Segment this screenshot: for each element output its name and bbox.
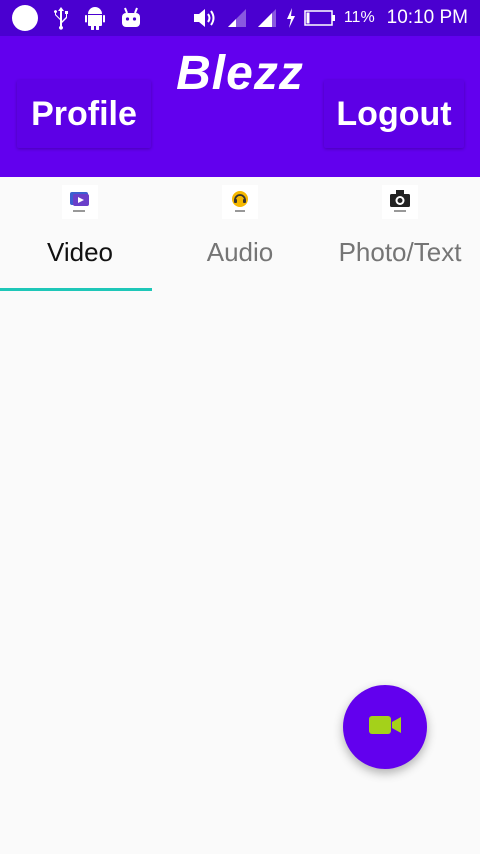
signal-icon xyxy=(256,7,278,29)
android-icon xyxy=(84,6,106,30)
android-debug-icon xyxy=(120,7,142,29)
battery-percentage: 11% xyxy=(343,9,375,26)
profile-button[interactable]: Profile xyxy=(17,80,151,148)
status-bar: 11% 10:10 PM xyxy=(0,0,480,36)
charging-icon xyxy=(286,8,296,28)
audio-thumbnail-icon xyxy=(222,185,258,219)
tab-label: Video xyxy=(46,237,114,267)
volume-icon xyxy=(192,7,218,29)
app-bar: Blezz Profile Logout xyxy=(0,36,480,177)
content-area xyxy=(0,291,480,854)
circle-icon xyxy=(12,5,38,31)
tab-video[interactable]: Video xyxy=(0,177,160,291)
video-camera-icon xyxy=(368,713,402,742)
video-thumbnail-icon xyxy=(62,185,98,219)
tab-photo-text[interactable]: Photo/Text xyxy=(320,177,480,291)
tab-audio[interactable]: Audio xyxy=(160,177,320,291)
tab-label: Audio xyxy=(206,237,274,267)
logout-button[interactable]: Logout xyxy=(324,80,464,148)
tab-label: Photo/Text xyxy=(338,237,462,267)
usb-icon xyxy=(52,6,70,30)
clock: 10:10 PM xyxy=(386,7,468,28)
tab-bar: Video Audio Photo/Text xyxy=(0,177,480,291)
photo-thumbnail-icon xyxy=(382,185,418,219)
signal-icon xyxy=(226,7,248,29)
battery-icon xyxy=(304,10,336,26)
record-video-fab[interactable] xyxy=(343,685,427,769)
